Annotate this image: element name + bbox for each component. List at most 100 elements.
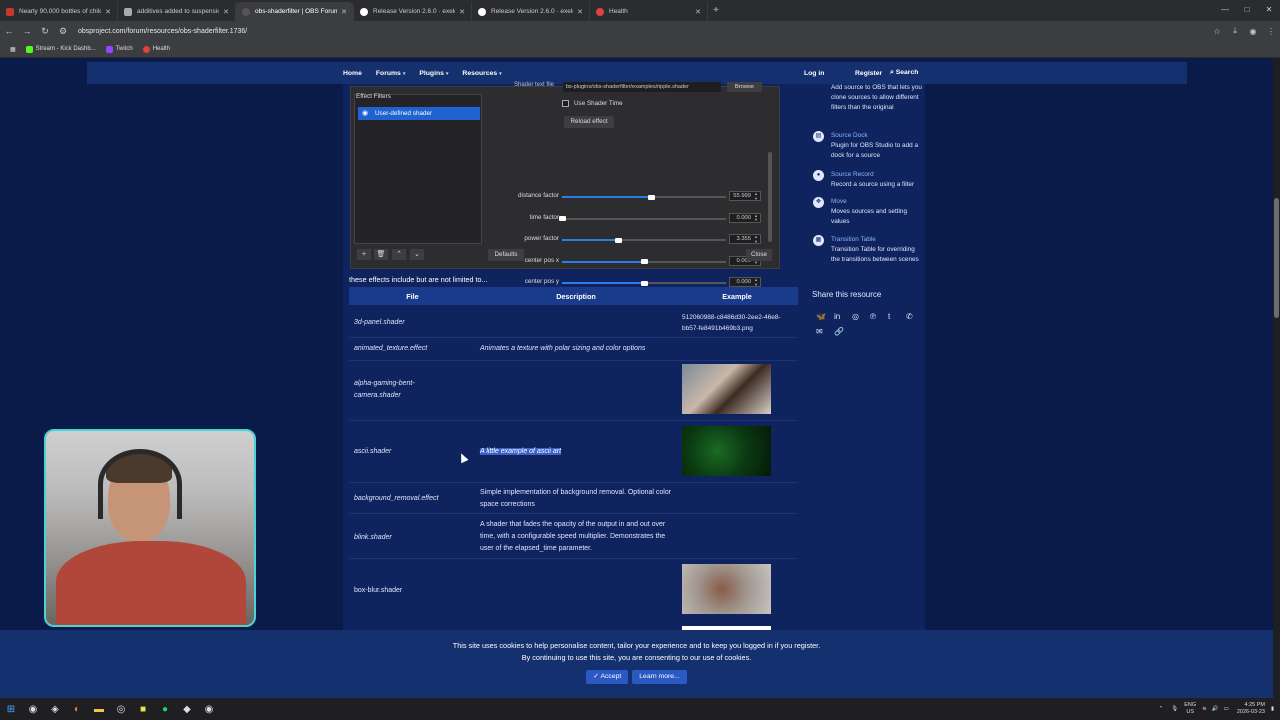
- tab-health[interactable]: Health ✕: [590, 2, 708, 21]
- tab-github-1[interactable]: Release Version 2.6.0 · exeldro/✕: [354, 2, 472, 21]
- bookmark-health[interactable]: Health: [142, 45, 170, 53]
- minimize-icon[interactable]: —: [1214, 0, 1236, 20]
- sidebar-item-source-record[interactable]: ● Source Record Record a source using a fi…: [812, 170, 924, 190]
- param-slider-fill: [562, 196, 651, 198]
- chrome-icon[interactable]: ◉: [22, 704, 44, 715]
- address-bar: ← → ↻ ⚙ obsproject.com/forum/resources/o…: [0, 21, 1280, 41]
- steam-icon[interactable]: ◈: [44, 704, 66, 715]
- notifications-icon[interactable]: ▮: [1271, 706, 1274, 712]
- close-tab-icon[interactable]: ✕: [459, 8, 465, 16]
- reload-icon[interactable]: ↻: [36, 26, 54, 37]
- page-scrollbar[interactable]: [1273, 58, 1280, 698]
- intro-text: these effects include but are not limite…: [349, 275, 488, 284]
- spin-arrows-icon: ▲▼: [754, 277, 758, 287]
- use-shader-time-checkbox: [562, 100, 569, 107]
- spotify-icon[interactable]: ●: [154, 704, 176, 715]
- menu-icon[interactable]: ⋮: [1262, 27, 1280, 36]
- row-file: ascii.shader: [354, 448, 392, 455]
- url-field[interactable]: obsproject.com/forum/resources/obs-shade…: [78, 28, 1208, 35]
- chevron-down-icon: ▾: [445, 70, 449, 77]
- bluesky-icon[interactable]: 🦋: [816, 312, 834, 321]
- search-link[interactable]: ⌕ Search: [890, 69, 918, 77]
- learn-more-button[interactable]: Learn more...: [632, 670, 687, 684]
- chevron-up-icon[interactable]: ⌃: [1159, 706, 1164, 712]
- download-icon[interactable]: ⤓: [1226, 26, 1244, 36]
- param-label: time factor: [529, 213, 559, 221]
- file-explorer-icon[interactable]: ▬: [88, 704, 110, 715]
- apps-icon[interactable]: ▦: [10, 46, 16, 53]
- whatsapp-icon[interactable]: ✆: [906, 312, 924, 321]
- steam-2-icon[interactable]: ◆: [176, 704, 198, 715]
- battery-icon[interactable]: ▭: [1224, 706, 1229, 712]
- example-thumbnail[interactable]: [682, 426, 771, 476]
- scroll-thumb[interactable]: [1274, 198, 1279, 318]
- sidebar-item-clone[interactable]: Add source to OBS that lets you clone so…: [812, 83, 924, 113]
- reddit-icon[interactable]: ◎: [852, 312, 870, 321]
- sidebar-item-source-dock[interactable]: ▤ Source Dock Plugin for OBS Studio to add…: [812, 131, 924, 161]
- close-button: Close: [746, 249, 772, 261]
- nav-plugins[interactable]: Plugins ▾: [419, 70, 448, 77]
- nav-resources[interactable]: Resources ▾: [462, 70, 501, 77]
- mic-icon[interactable]: 🎙: [1171, 706, 1178, 712]
- row-description: A little example of ascii art: [480, 448, 562, 455]
- param-value-spinbox: 0.000▲▼: [729, 277, 761, 287]
- sidebar-item-transition-table[interactable]: ▦ Transition Table Transition Table for ov…: [812, 235, 924, 265]
- row-divider: [349, 482, 798, 483]
- link-icon[interactable]: 🔗: [834, 327, 852, 336]
- new-tab-button[interactable]: +: [708, 5, 724, 16]
- chrome-2-icon[interactable]: ◉: [198, 704, 220, 715]
- close-tab-icon[interactable]: ✕: [695, 8, 701, 16]
- close-tab-icon[interactable]: ✕: [577, 8, 583, 16]
- login-link[interactable]: Log in: [804, 70, 824, 77]
- row-divider: [349, 513, 798, 514]
- shader-file-label: Shader text file: [514, 82, 555, 88]
- speaker-icon[interactable]: 🔊: [1212, 706, 1219, 712]
- obs-icon[interactable]: ◎: [110, 704, 132, 715]
- language-indicator[interactable]: ENG US: [1184, 702, 1196, 716]
- profile-icon[interactable]: ◉: [1244, 27, 1262, 36]
- nav-home[interactable]: Home: [343, 70, 362, 77]
- back-icon[interactable]: ←: [0, 26, 18, 36]
- bookmark-star-icon[interactable]: ☆: [1208, 27, 1226, 36]
- linkedin-icon[interactable]: in: [834, 312, 852, 321]
- forward-icon[interactable]: →: [18, 26, 36, 36]
- broken-image[interactable]: 512060988-c8486d30-2ee2-46e8-bb57-fe8491…: [682, 312, 792, 334]
- record-icon: ●: [813, 170, 824, 181]
- windows-start-icon[interactable]: ⊞: [0, 704, 22, 715]
- tab-github-2[interactable]: Release Version 2.6.0 · exeldro/✕: [472, 2, 590, 21]
- close-tab-icon[interactable]: ✕: [341, 8, 347, 16]
- row-description: Simple implementation of background remo…: [480, 489, 672, 508]
- firefox-icon[interactable]: ◐: [66, 704, 88, 715]
- param-slider-fill: [562, 282, 644, 284]
- tumblr-icon[interactable]: t: [888, 312, 906, 321]
- close-window-icon[interactable]: ✕: [1258, 0, 1280, 20]
- site-info-icon[interactable]: ⚙: [54, 26, 72, 37]
- nav-forums[interactable]: Forums ▾: [376, 70, 405, 77]
- param-slider-fill: [562, 260, 644, 263]
- sidebar-item-move[interactable]: ✥ Move Moves sources and setting values: [812, 197, 924, 227]
- tab-google[interactable]: additives added to suspension ✕: [118, 2, 236, 21]
- accept-button[interactable]: ✓ Accept: [586, 670, 629, 684]
- sticky-notes-icon[interactable]: ■: [132, 704, 154, 715]
- close-tab-icon[interactable]: ✕: [223, 8, 229, 16]
- delete-filter-icon: 🗑: [374, 249, 388, 260]
- param-slider-handle: [641, 280, 648, 286]
- example-thumbnail[interactable]: [682, 364, 771, 414]
- pinterest-icon[interactable]: ℗: [870, 312, 888, 321]
- register-link[interactable]: Register: [855, 70, 882, 77]
- bookmarks-bar: ▦ Stream - Kick Dashb... Twitch Health: [0, 41, 1280, 58]
- maximize-icon[interactable]: □: [1236, 0, 1258, 20]
- webcam-overlay: [44, 429, 256, 627]
- wifi-icon[interactable]: ≋: [1202, 706, 1207, 712]
- email-icon[interactable]: ✉: [816, 327, 834, 336]
- tab-news[interactable]: Nearly 90,000 bottles of childr ✕: [0, 2, 118, 21]
- table-header: File Description Example: [349, 287, 798, 305]
- example-thumbnail[interactable]: [682, 564, 771, 614]
- tab-bar: Nearly 90,000 bottles of childr ✕ additiv…: [0, 0, 1280, 21]
- clock[interactable]: 4:25 PM 2026-03-23: [1237, 702, 1265, 716]
- tab-obs-forums[interactable]: obs-shaderfilter | OBS Forums ✕: [236, 2, 354, 21]
- param-slider-handle: [641, 259, 648, 264]
- bookmark-twitch[interactable]: Twitch: [105, 45, 133, 53]
- close-tab-icon[interactable]: ✕: [105, 8, 111, 16]
- bookmark-kick[interactable]: Stream - Kick Dashb...: [25, 45, 96, 53]
